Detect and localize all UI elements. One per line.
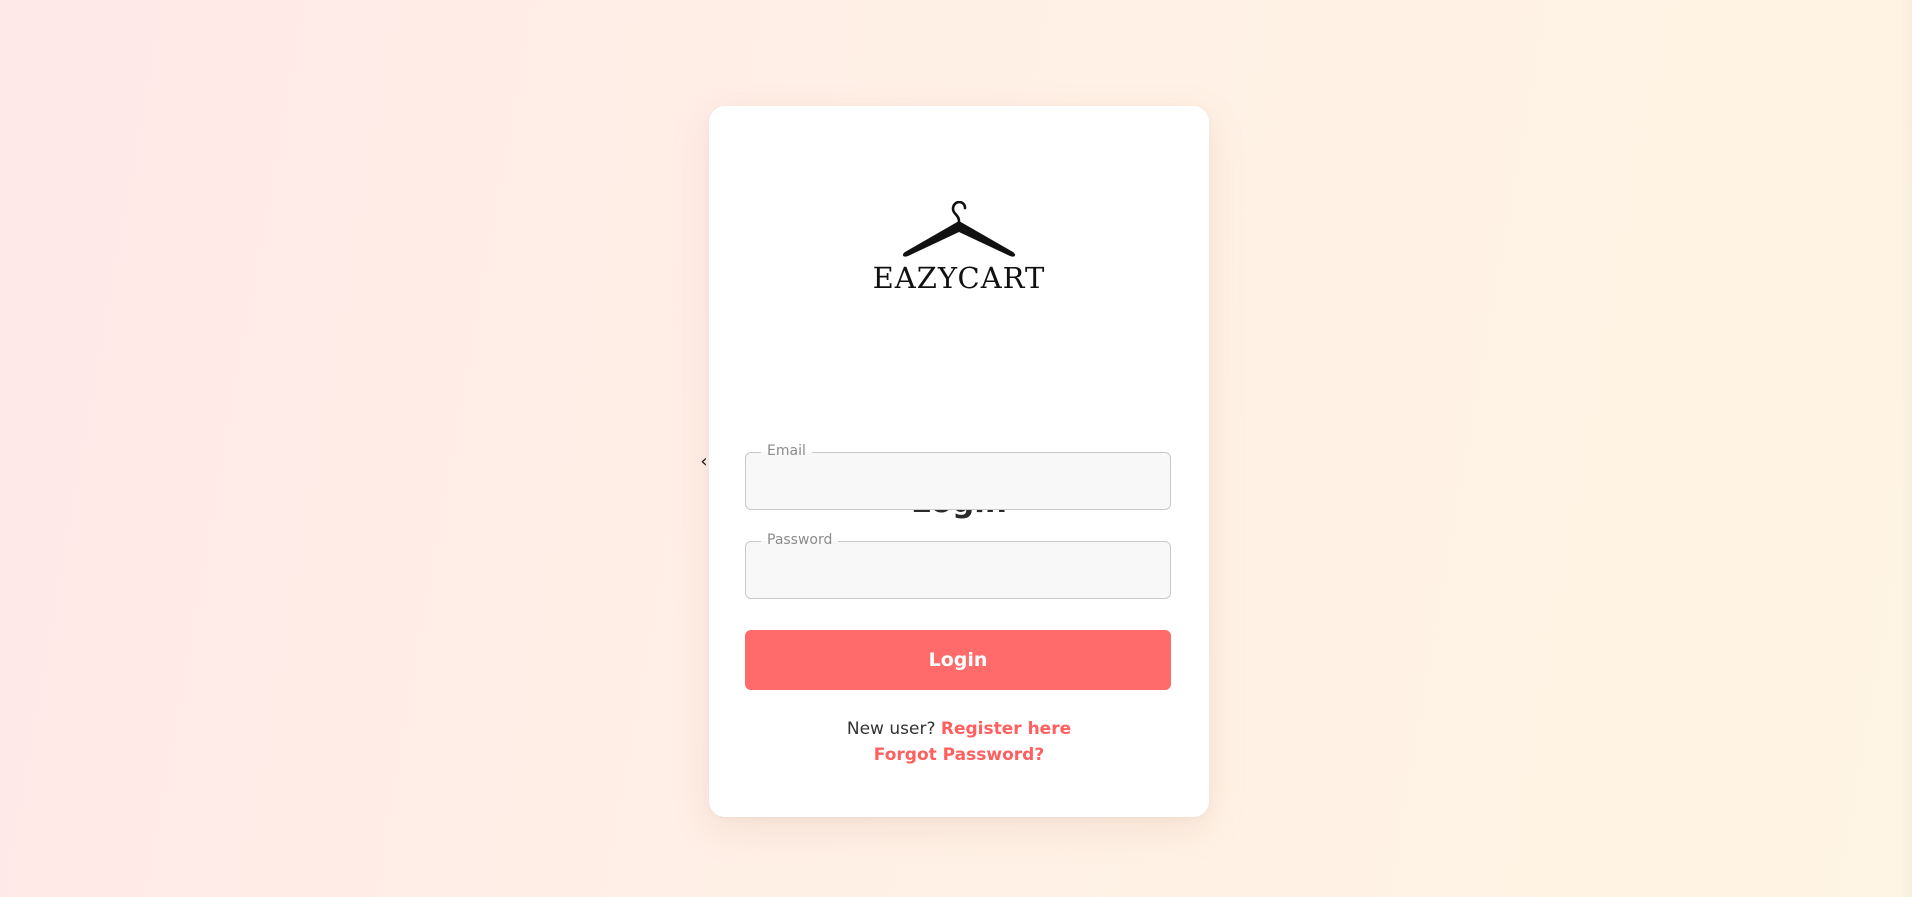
register-link[interactable]: Register here [941,719,1071,739]
email-label: Email [761,441,812,461]
login-button[interactable]: Login [745,630,1171,690]
footer-links: New user? Register here Forgot Password? [709,716,1209,768]
email-field: Email [745,441,1171,510]
email-input[interactable] [746,453,1170,509]
brand-logo: EAZYCART [709,201,1209,301]
new-user-text: New user? [846,719,936,739]
forgot-password-link[interactable]: Forgot Password? [874,745,1044,765]
hanger-icon [902,201,1016,257]
scrollbar-track [1900,0,1912,897]
forgot-row: Forgot Password? [709,742,1209,768]
register-row: New user? Register here [709,716,1209,742]
password-label: Password [761,530,839,550]
password-input[interactable] [746,542,1170,598]
login-card: EAZYCART Login Email Password Login New … [709,106,1209,817]
password-field: Password [745,530,1171,599]
brand-name: EAZYCART [872,261,1046,295]
